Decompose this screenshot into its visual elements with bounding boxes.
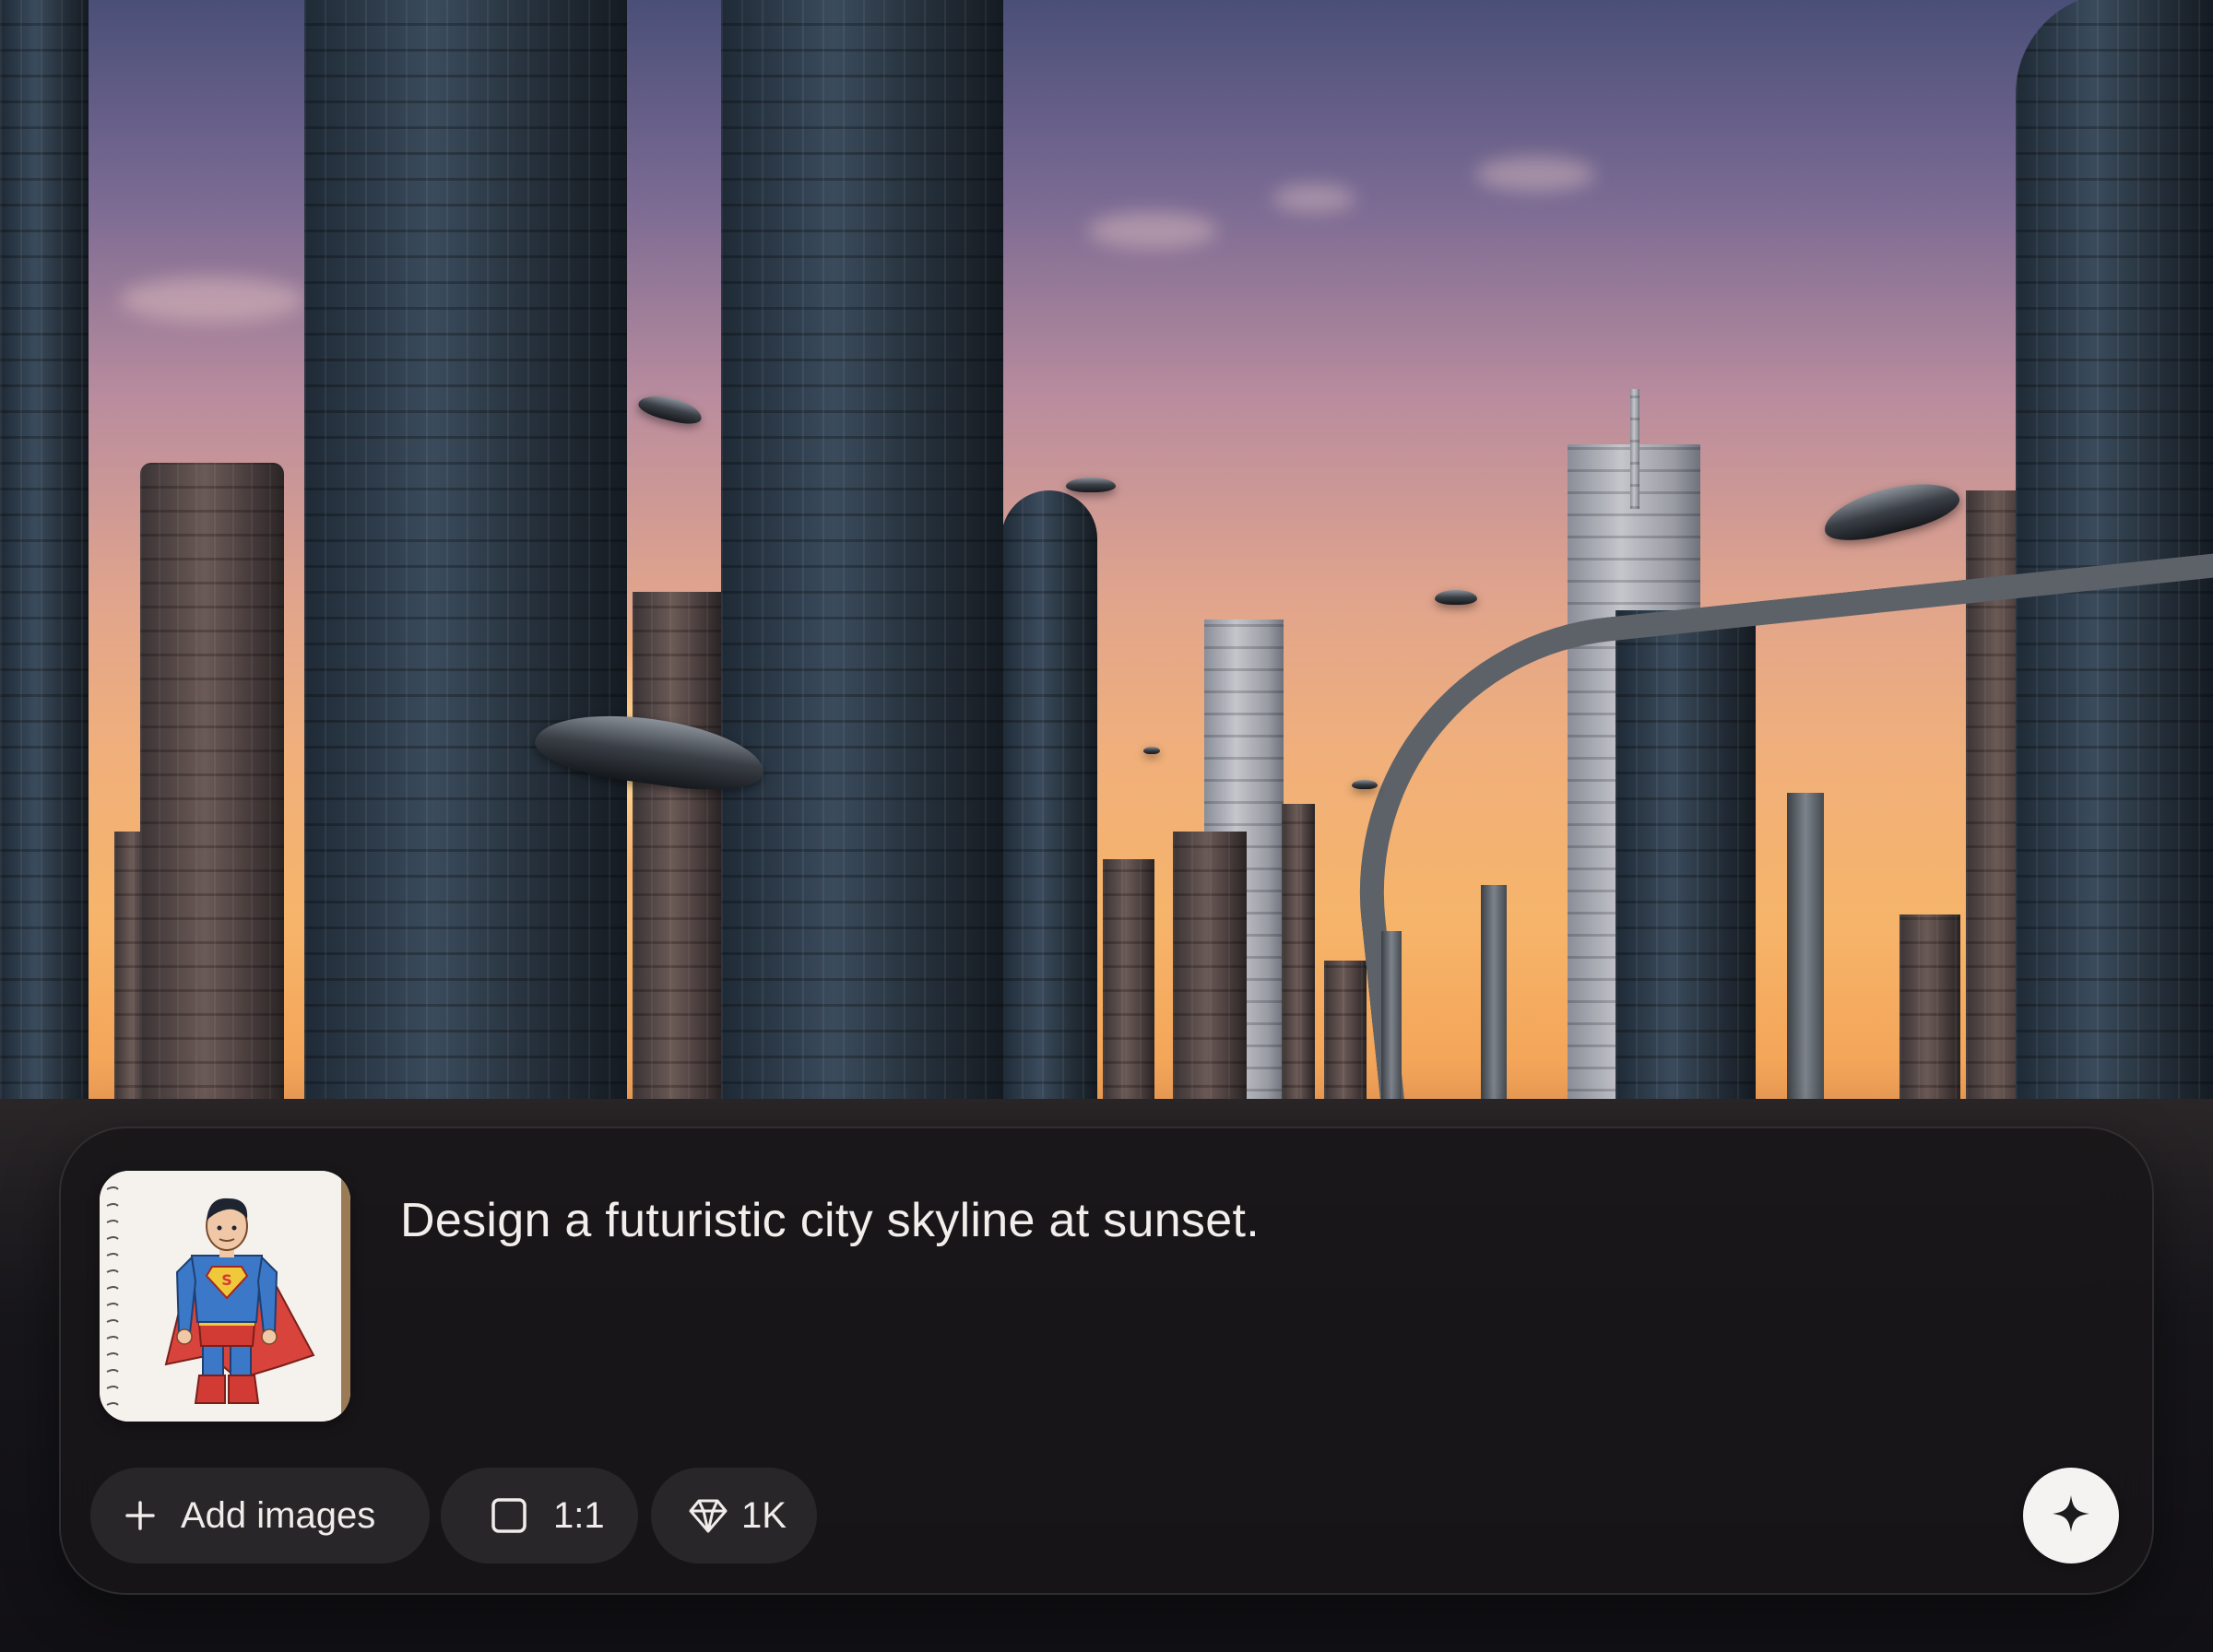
resolution-label: 1K <box>741 1494 787 1536</box>
plus-icon <box>124 1499 157 1532</box>
aspect-ratio-label: 1:1 <box>553 1494 605 1536</box>
tall-glass-tower <box>304 0 627 1136</box>
distant-tower <box>1173 832 1247 1136</box>
generate-button[interactable] <box>2023 1468 2119 1564</box>
flying-car <box>1066 478 1116 492</box>
distant-tower <box>633 592 721 1136</box>
distant-tower <box>1282 804 1315 1136</box>
left-edge-tower <box>0 0 89 1136</box>
flying-car <box>636 390 704 429</box>
distant-tower <box>1103 859 1154 1136</box>
superman-sketch-thumbnail: S <box>100 1171 350 1422</box>
square-icon <box>491 1497 527 1534</box>
diamond-icon <box>688 1497 728 1534</box>
aspect-ratio-button[interactable]: 1:1 <box>441 1468 638 1564</box>
flying-car <box>1352 780 1378 789</box>
prompt-composer: S Design a futuristic city skyline at su… <box>59 1127 2154 1595</box>
attached-image-thumbnail[interactable]: S <box>100 1171 350 1422</box>
sparkle-icon <box>2051 1493 2091 1539</box>
flying-car <box>1435 590 1477 605</box>
cloud <box>1088 212 1217 249</box>
cloud <box>120 277 304 323</box>
flying-car <box>1143 747 1160 754</box>
add-images-label: Add images <box>181 1494 376 1536</box>
svg-text:S: S <box>221 1271 232 1289</box>
flying-car <box>1818 472 1964 549</box>
resolution-button[interactable]: 1K <box>651 1468 817 1564</box>
add-images-button[interactable]: Add images <box>90 1468 430 1564</box>
prompt-text[interactable]: Design a futuristic city skyline at suns… <box>400 1193 1260 1248</box>
monorail-pillar <box>1787 793 1824 1143</box>
cloud <box>1475 157 1595 192</box>
pale-tower-spire <box>1630 389 1639 509</box>
curved-tower <box>1001 490 1097 1136</box>
cloud <box>1272 184 1355 212</box>
tall-glass-tower <box>721 0 1003 1136</box>
tower <box>140 463 284 1136</box>
